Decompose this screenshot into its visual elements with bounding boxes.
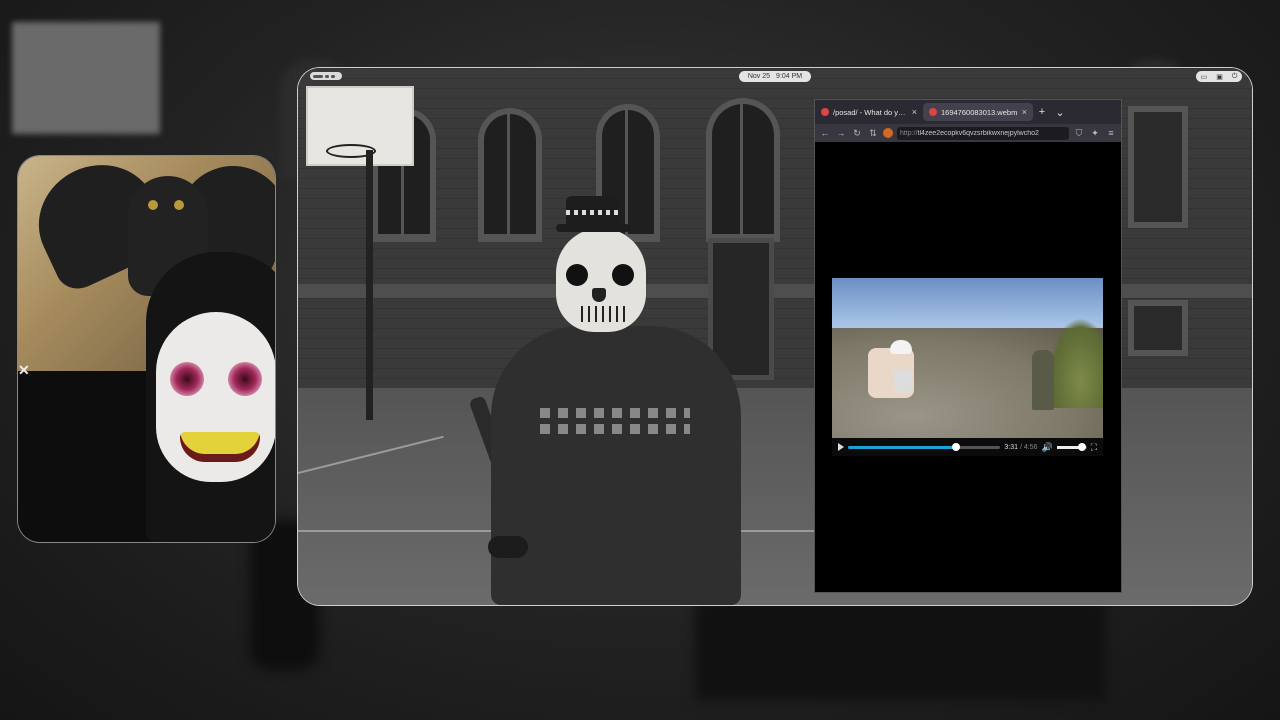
site-permissions-icon[interactable]: ⇅ [867,127,879,139]
volume-handle[interactable] [1078,442,1087,451]
play-icon[interactable] [838,443,844,451]
figure-sweater [491,326,741,605]
hat-band [566,210,620,215]
tab-posad[interactable]: /posad/ - What do you think × [815,103,923,121]
power-icon[interactable]: ⏻ [1232,73,1238,81]
seek-bar-fill [848,445,957,449]
skull-teeth [576,306,628,322]
current-time: 3:31 [1004,443,1018,451]
time-display: 3:31 / 4:56 [1004,444,1037,451]
arched-window [478,108,542,242]
video-controls: 3:31 / 4:56 🔊 ⛶ [832,438,1103,456]
seek-bar[interactable] [848,442,1001,451]
url-bar[interactable]: http://tl4zee2ecopkv6qvzsrbikwxnejpylwch… [897,126,1069,140]
volume-icon[interactable]: 🔊 [1041,442,1052,453]
clock[interactable]: Nov 25 9:04 PM [739,71,811,82]
url-protocol: http:// [900,129,918,137]
volume-slider[interactable] [1056,442,1087,451]
owl-eye [148,200,158,210]
seek-bar-handle[interactable] [952,442,961,451]
skull-nose [592,288,606,302]
window-icon[interactable]: ▭ [1201,73,1208,81]
hat-brim [556,224,630,232]
extensions-icon[interactable]: ✦ [1089,127,1101,139]
mask-eye [228,362,262,396]
tab-label: /posad/ - What do you think [833,107,908,117]
video-frame[interactable] [832,278,1103,438]
workspace-indicator[interactable] [310,72,342,80]
bat-knob [488,536,528,558]
tab-favicon-icon [821,108,829,116]
video-turban [890,340,912,354]
owl-eye [174,200,184,210]
blurred-browser [695,600,1105,700]
sweater-stripe [540,408,690,418]
tab-close-icon[interactable]: × [912,107,917,117]
skull-eye [566,264,588,286]
hoop-pole [366,150,373,420]
tab-bar: /posad/ - What do you think × 1694760083… [815,100,1121,124]
desktop-screen: Nov 25 9:04 PM ▭ ▣ ⏻ /posad/ - What do y… [298,68,1252,605]
url-text: tl4zee2ecopkv6qvzsrbikwxnejpylwcho2 [917,129,1039,137]
blurred-backboard [12,22,160,134]
side-close-icon[interactable]: ✕ [18,362,30,379]
tab-favicon-icon [929,108,937,116]
tab-webm[interactable]: 1694760083013.webm × [923,103,1033,121]
forward-arrow-icon[interactable]: → [835,127,847,139]
new-tab-button[interactable]: + [1033,103,1051,121]
clock-time: 9:04 PM [776,73,803,80]
rect-window [1128,300,1188,356]
webcam-overlay [18,156,275,542]
system-tray[interactable]: ▭ ▣ ⏻ [1196,71,1242,82]
video-beard [894,370,912,394]
sweater-stripe [540,424,690,434]
tab-close-icon[interactable]: × [1022,107,1027,117]
tab-label: 1694760083013.webm [941,107,1018,117]
video-grass [1047,318,1103,408]
reload-icon[interactable]: ↻ [851,127,863,139]
fullscreen-icon[interactable]: ⛶ [1091,442,1097,453]
video-player[interactable]: 3:31 / 4:56 🔊 ⛶ [832,278,1103,456]
clock-date: Nov 25 [747,73,771,80]
back-arrow-icon[interactable]: ← [819,127,831,139]
duration: 4:56 [1023,443,1038,451]
shield-icon[interactable]: ⛉ [1073,127,1085,139]
tor-onion-icon[interactable] [883,128,893,138]
rect-window [1128,106,1188,228]
arched-window [706,98,780,242]
skull-eye [612,264,634,286]
mask-mouth [180,432,260,462]
video-soldier [1032,350,1054,410]
tab-list-chevron-icon[interactable]: ⌄ [1051,103,1069,121]
screen-icon[interactable]: ▣ [1216,73,1223,81]
navigation-bar: ← → ↻ ⇅ http://tl4zee2ecopkv6qvzsrbikwxn… [815,124,1121,142]
mask-eye [170,362,204,396]
browser-window: /posad/ - What do you think × 1694760083… [815,100,1121,592]
hamburger-menu-icon[interactable]: ≡ [1105,127,1117,139]
